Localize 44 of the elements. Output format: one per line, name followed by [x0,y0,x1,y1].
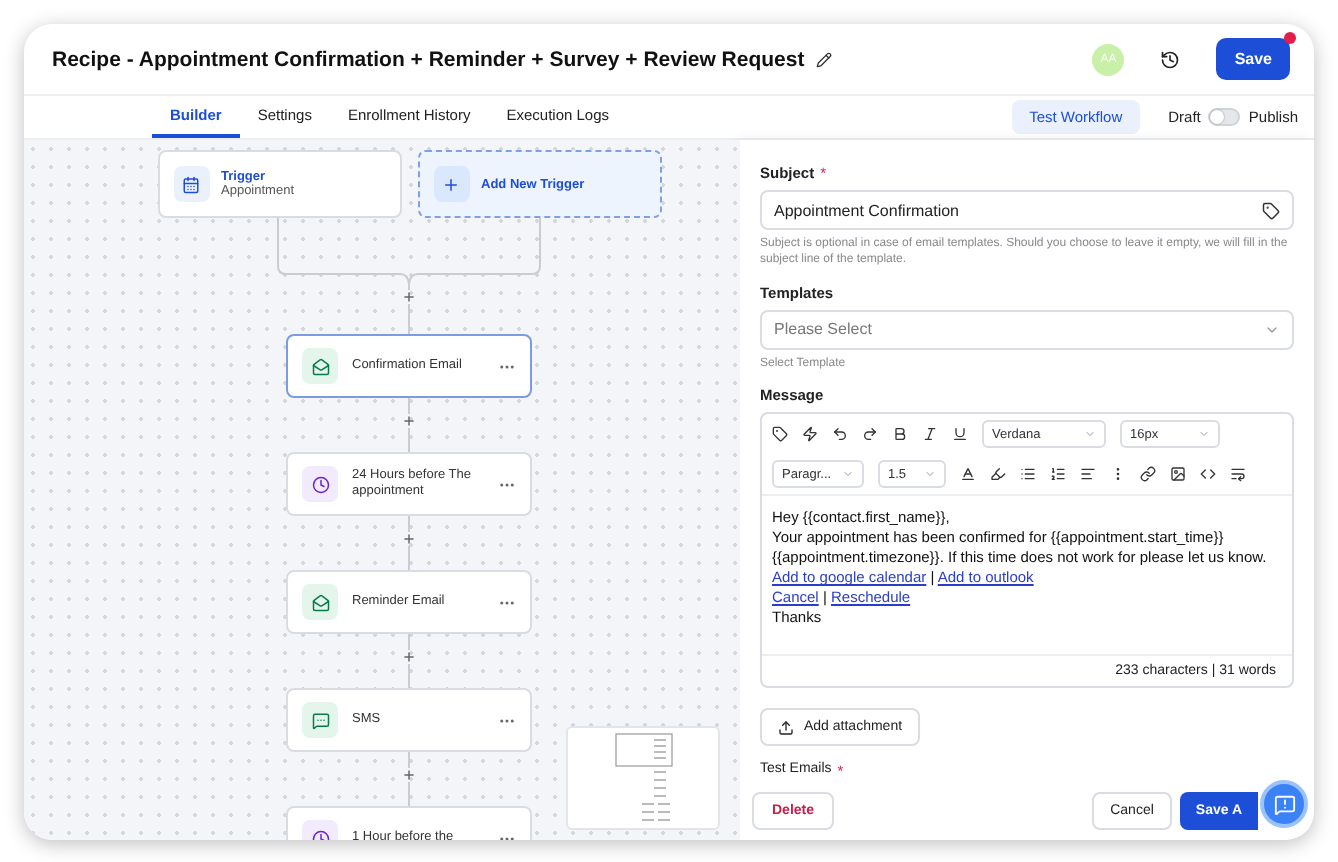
bullet-list-icon[interactable] [1020,466,1036,483]
chevron-down-icon [1198,428,1210,441]
text-color-icon[interactable] [960,466,976,483]
edit-icon[interactable] [816,51,833,67]
history-icon[interactable] [1160,49,1181,69]
tag-icon[interactable] [772,426,788,443]
envelope-icon [311,357,329,375]
add-step-icon[interactable] [402,768,416,782]
chevron-down-icon [1084,428,1096,441]
redo-icon[interactable] [862,426,878,443]
numbered-list-icon[interactable] [1050,466,1066,483]
code-icon[interactable] [1200,466,1216,483]
underline-icon[interactable] [952,426,968,443]
upload-icon [778,719,794,736]
plus-icon [442,175,460,193]
undo-icon[interactable] [832,426,848,443]
add-step-icon[interactable] [402,414,416,428]
tag-icon[interactable] [1262,201,1280,219]
link-icon[interactable] [1140,466,1156,483]
add-step-icon[interactable] [402,532,416,546]
bold-icon[interactable] [892,426,908,443]
add-step-icon[interactable] [402,290,416,304]
chat-icon [1273,793,1295,815]
chevron-down-icon [924,468,936,481]
calendar-icon [182,175,200,193]
highlighter-icon[interactable] [990,466,1006,483]
wrap-text-icon[interactable] [1230,466,1246,483]
chevron-down-icon [842,468,854,481]
envelope-icon [311,593,329,611]
chat-support-button[interactable] [1260,780,1308,828]
clock-icon [311,475,329,493]
message-icon [311,711,329,729]
image-icon[interactable] [1170,466,1186,483]
subject-field[interactable]: Appointment Confirmation [760,190,1294,230]
publish-toggle[interactable] [1208,108,1241,126]
save-button[interactable]: Save [1216,38,1290,80]
lightning-icon[interactable] [802,426,818,443]
italic-icon[interactable] [922,426,938,443]
add-step-icon[interactable] [402,650,416,664]
templates-select[interactable]: Please Select [760,309,1294,350]
align-icon[interactable] [1080,466,1096,483]
minimap-drawing [613,732,673,824]
window-title: Recipe - Appointment Confirmation + Reminder + Survey + Review Request [52,47,805,71]
message-editor[interactable] [760,412,1294,689]
